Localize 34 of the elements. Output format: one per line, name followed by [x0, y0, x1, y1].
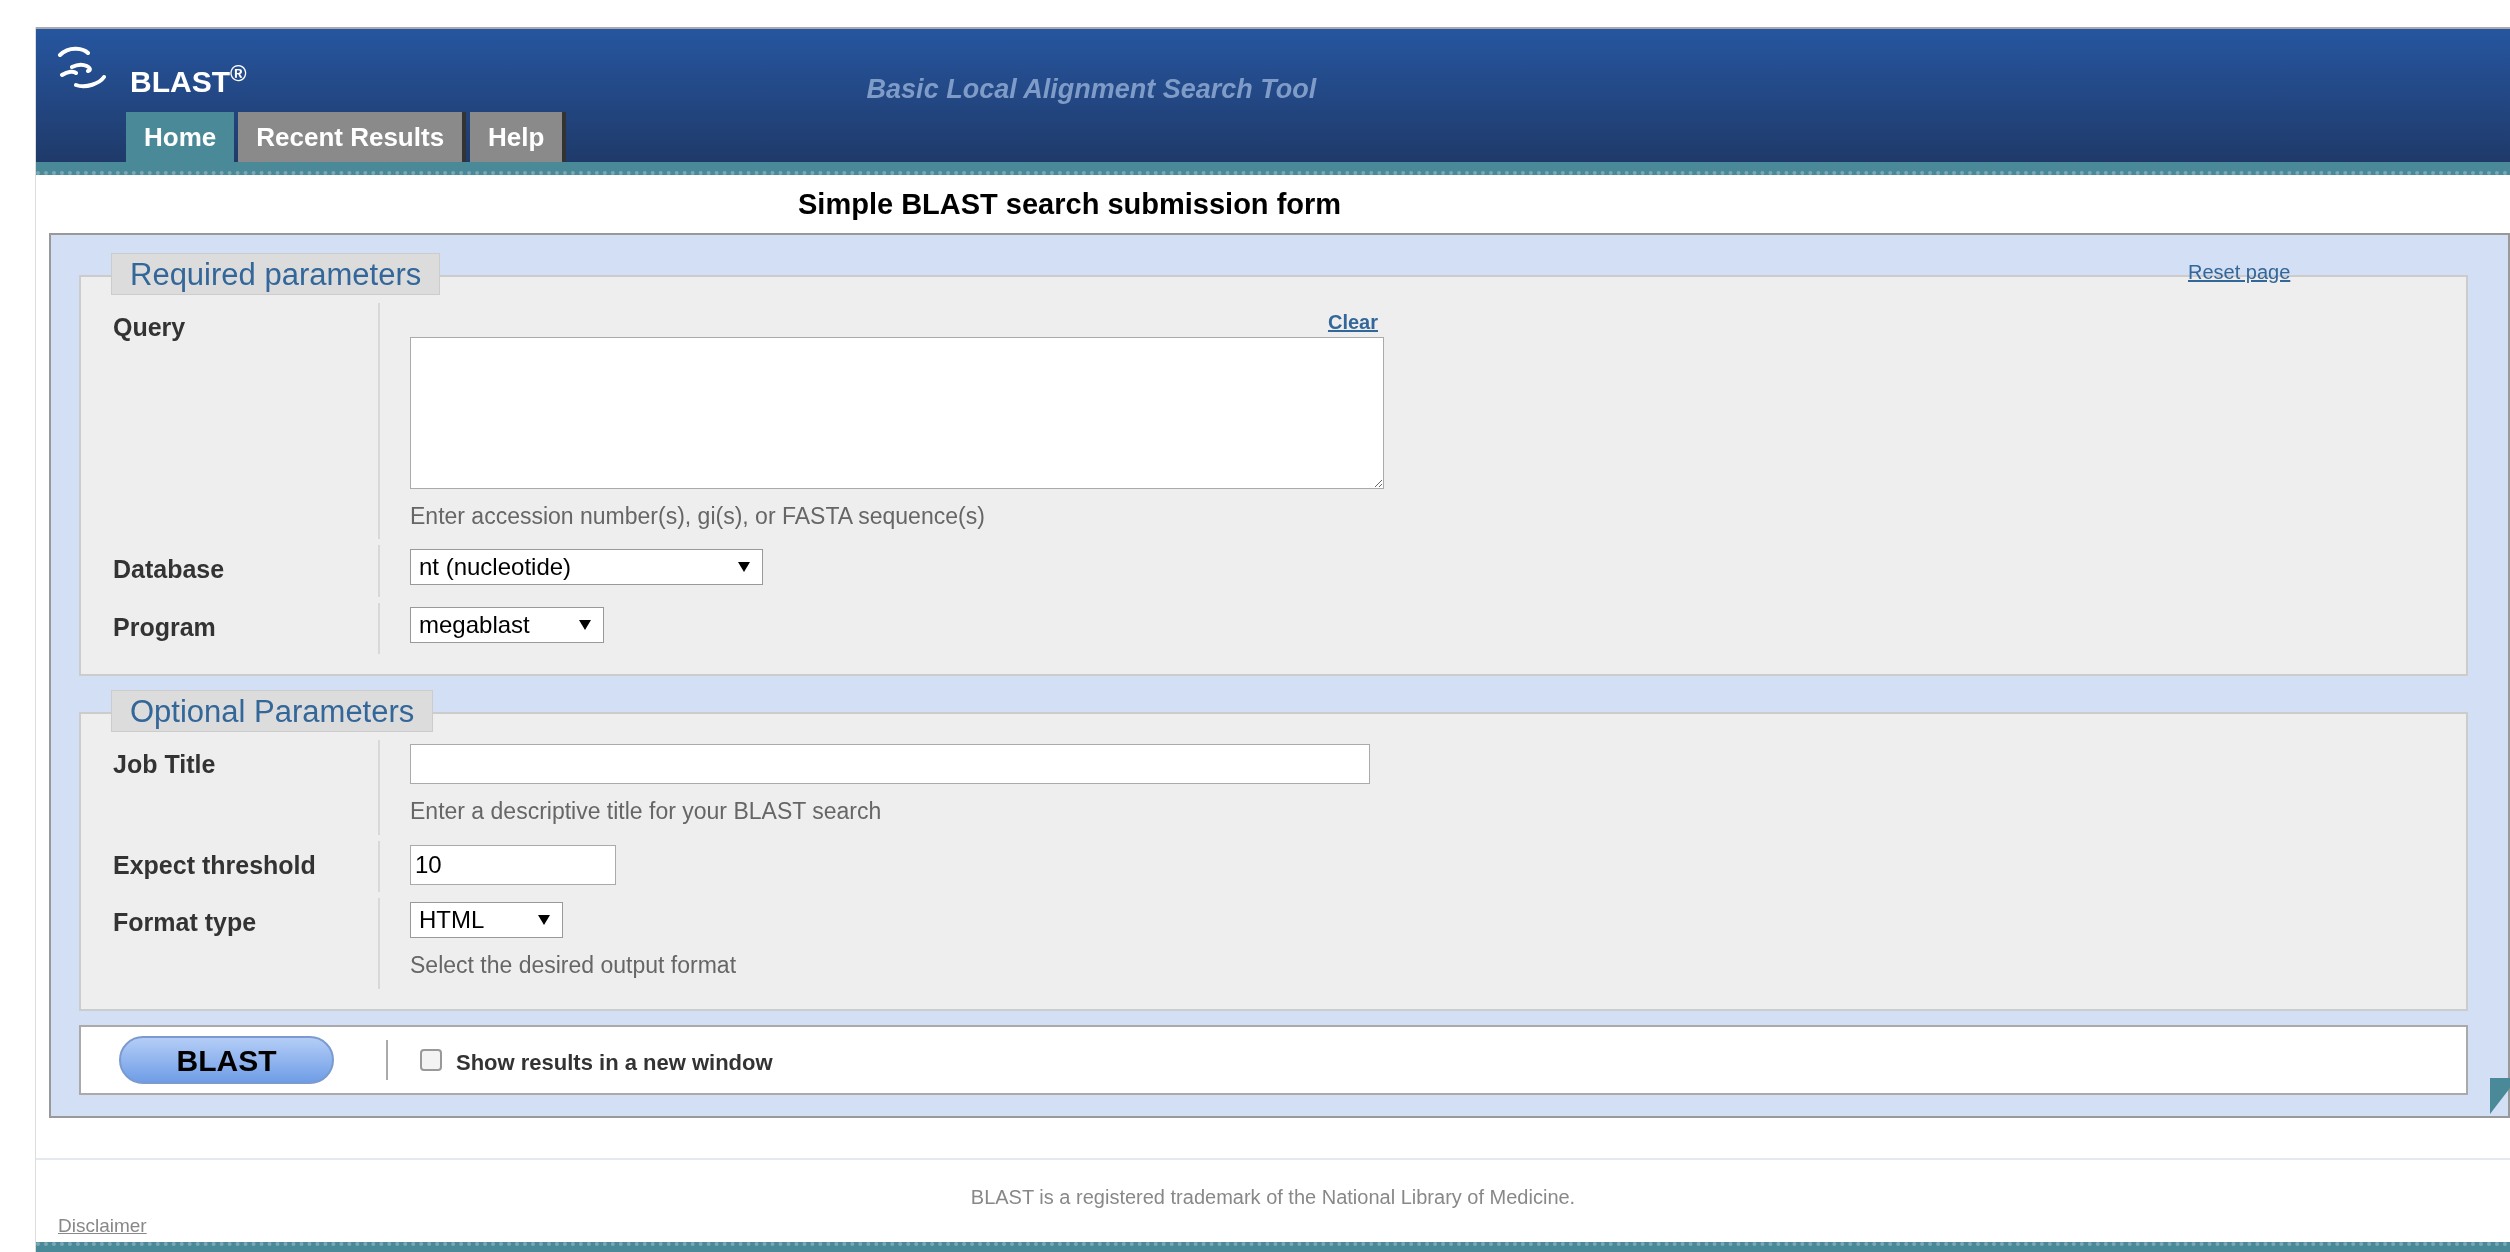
field-label: Format type	[113, 908, 257, 937]
disclaimer-link[interactable]: Disclaimer	[58, 1211, 147, 1240]
section-legend: Required parameters	[111, 252, 441, 295]
dropdown[interactable]: nt (nucleotide)	[410, 549, 763, 586]
clear-link[interactable]: Clear	[1327, 306, 1378, 337]
reset-link[interactable]: Reset page	[2188, 256, 2291, 287]
dropdown-arrow-icon	[738, 562, 750, 573]
nav-tab[interactable]: Recent Results	[238, 112, 467, 163]
text-field[interactable]: 10	[410, 844, 616, 885]
field-label: Database	[113, 555, 225, 584]
trademark-notice: BLAST is a registered trademark of the National Library of Medicine.	[970, 1184, 1576, 1210]
query-textarea[interactable]	[410, 336, 1384, 489]
hint-text: Select the desired output format	[410, 951, 737, 981]
nav-tab[interactable]: Help	[470, 112, 567, 163]
subtitle: Basic Local Alignment Search Tool	[866, 73, 1317, 106]
logo-text: BLAST$^{®}$	[130, 59, 247, 100]
text-field[interactable]	[410, 744, 1370, 785]
dropdown-arrow-icon	[579, 619, 591, 630]
dropdown[interactable]: megablast	[410, 606, 604, 643]
field-label: Program	[113, 612, 216, 641]
checkbox-label: Show results in a new window	[456, 1049, 773, 1078]
checkbox[interactable]	[420, 1048, 442, 1071]
dropdown[interactable]: HTML	[410, 902, 563, 939]
section-legend: Optional Parameters	[111, 690, 434, 733]
field-label: Query	[113, 312, 186, 341]
hint-text: Enter a descriptive title for your BLAST search	[410, 797, 883, 827]
hint-text: Enter accession number(s), gi(s), or FASTA sequence(s)	[410, 501, 986, 531]
blast-button[interactable]: BLAST	[119, 1035, 334, 1084]
field-label: Expect threshold	[113, 850, 316, 879]
nav-tab[interactable]: Home	[126, 112, 235, 163]
dropdown-arrow-icon	[538, 915, 550, 926]
field-label: Job Title	[113, 750, 216, 779]
corner-icon	[2490, 1077, 2510, 1114]
form-title: Simple BLAST search submission form	[798, 187, 1342, 223]
